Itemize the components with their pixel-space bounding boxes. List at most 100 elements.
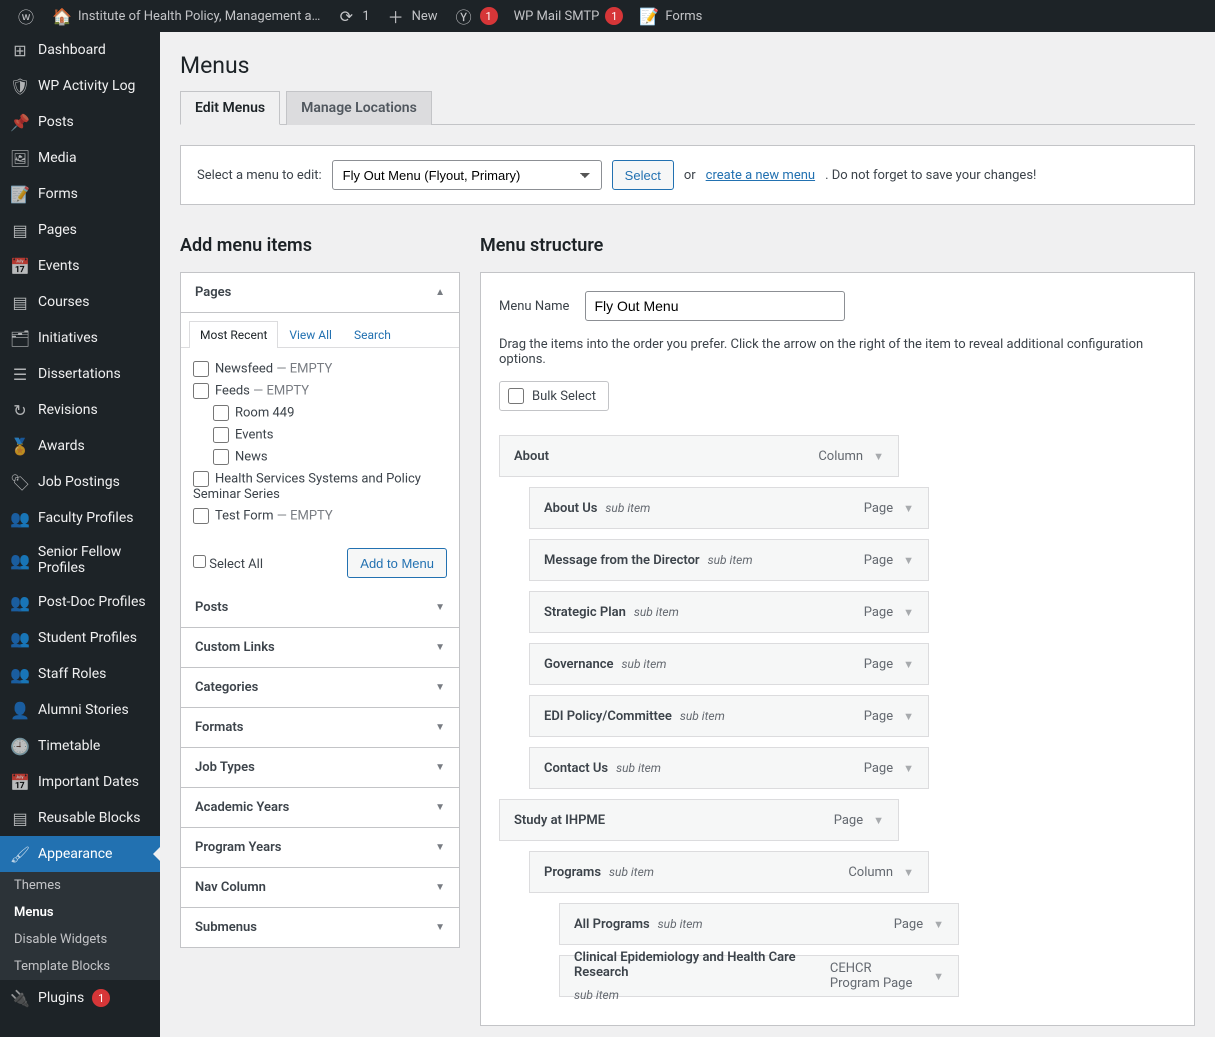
page-checkbox-item[interactable]: Health Services Systems and Policy Semin… xyxy=(193,468,447,505)
sidebar-item-revisions[interactable]: ↻Revisions xyxy=(0,392,160,428)
sidebar-item-post-doc-profiles[interactable]: 👥Post-Doc Profiles xyxy=(0,584,160,620)
accordion-custom-links-head[interactable]: Custom Links▼ xyxy=(181,627,459,667)
sidebar-item-reusable-blocks[interactable]: ▤Reusable Blocks xyxy=(0,800,160,836)
sidebar-item-initiatives[interactable]: 🗂Initiatives xyxy=(0,320,160,356)
accordion-formats-head[interactable]: Formats▼ xyxy=(181,707,459,747)
accordion-pages-head[interactable]: Pages▲ xyxy=(181,273,459,312)
sidebar-icon: 👥 xyxy=(10,508,30,528)
yoast[interactable]: Ⓨ1 xyxy=(446,0,506,32)
sidebar-item-important-dates[interactable]: 📅Important Dates xyxy=(0,764,160,800)
sidebar-icon: 🏷 xyxy=(10,472,30,492)
chevron-down-icon[interactable]: ▼ xyxy=(903,866,914,879)
chevron-down-icon[interactable]: ▼ xyxy=(933,970,944,983)
page-checkbox-item[interactable]: Room 449 xyxy=(193,402,447,424)
menu-item[interactable]: Message from the Directorsub itemPage▼ xyxy=(529,539,929,581)
sidebar-item-courses[interactable]: ▤Courses xyxy=(0,284,160,320)
select-button[interactable]: Select xyxy=(612,160,674,190)
sidebar-item-forms[interactable]: 📝Forms xyxy=(0,176,160,212)
yoast-badge: 1 xyxy=(480,7,498,25)
inner-tab-search[interactable]: Search xyxy=(343,321,402,348)
chevron-down-icon[interactable]: ▼ xyxy=(903,554,914,567)
sidebar-item-dissertations[interactable]: ☰Dissertations xyxy=(0,356,160,392)
accordion-academic-years-head[interactable]: Academic Years▼ xyxy=(181,787,459,827)
sidebar-subitem-disable-widgets[interactable]: Disable Widgets xyxy=(0,926,160,953)
chevron-down-icon[interactable]: ▼ xyxy=(903,762,914,775)
pages-list[interactable]: Newsfeed — EMPTYFeeds — EMPTYRoom 449Eve… xyxy=(181,348,459,538)
sidebar-item-label: Posts xyxy=(38,114,74,130)
menu-item-sub: sub item xyxy=(574,988,619,1002)
page-checkbox-item[interactable]: News xyxy=(193,446,447,468)
add-to-menu-button[interactable]: Add to Menu xyxy=(347,548,447,578)
chevron-down-icon[interactable]: ▼ xyxy=(903,710,914,723)
plugins-badge: 1 xyxy=(92,989,110,1007)
chevron-down-icon[interactable]: ▼ xyxy=(873,814,884,827)
tab-edit-menus[interactable]: Edit Menus xyxy=(180,91,280,125)
sidebar-item-awards[interactable]: 🏅Awards xyxy=(0,428,160,464)
accordion-nav-column-head[interactable]: Nav Column▼ xyxy=(181,867,459,907)
sidebar-item-plugins[interactable]: 🔌Plugins 1 xyxy=(0,980,160,1016)
menu-item-type: Page xyxy=(864,761,893,776)
page-checkbox-item[interactable]: Feeds — EMPTY xyxy=(193,380,447,402)
sidebar-subitem-menus[interactable]: Menus xyxy=(0,899,160,926)
accordion-job-types-head[interactable]: Job Types▼ xyxy=(181,747,459,787)
sidebar-item-faculty-profiles[interactable]: 👥Faculty Profiles xyxy=(0,500,160,536)
sidebar-item-events[interactable]: 📅Events xyxy=(0,248,160,284)
accordion-posts-head[interactable]: Posts▼ xyxy=(181,588,459,627)
chevron-down-icon[interactable]: ▼ xyxy=(873,450,884,463)
sidebar-item-staff-roles[interactable]: 👥Staff Roles xyxy=(0,656,160,692)
chevron-down-icon[interactable]: ▼ xyxy=(903,606,914,619)
menu-item[interactable]: All Programssub itemPage▼ xyxy=(559,903,959,945)
chevron-down-icon[interactable]: ▼ xyxy=(933,918,944,931)
menu-item[interactable]: Governancesub itemPage▼ xyxy=(529,643,929,685)
wp-logo[interactable]: ⓦ xyxy=(8,0,44,32)
chevron-down-icon[interactable]: ▼ xyxy=(903,658,914,671)
sidebar-item-job-postings[interactable]: 🏷Job Postings xyxy=(0,464,160,500)
sidebar-item-alumni-stories[interactable]: 👤Alumni Stories xyxy=(0,692,160,728)
accordion-submenus-head[interactable]: Submenus▼ xyxy=(181,907,459,947)
menu-select[interactable]: Fly Out Menu (Flyout, Primary) xyxy=(332,160,602,190)
page-checkbox-item[interactable]: Test Form — EMPTY xyxy=(193,505,447,527)
tab-manage-locations[interactable]: Manage Locations xyxy=(286,91,432,125)
bulk-select[interactable]: Bulk Select xyxy=(499,381,609,411)
menu-name-label: Menu Name xyxy=(499,299,569,314)
wp-mail-smtp[interactable]: WP Mail SMTP1 xyxy=(506,0,632,32)
select-all-checkbox[interactable]: Select All xyxy=(193,555,263,572)
site-name[interactable]: 🏠Institute of Health Policy, Management … xyxy=(44,0,328,32)
create-menu-link[interactable]: create a new menu xyxy=(706,168,815,183)
menu-item[interactable]: Study at IHPMEPage▼ xyxy=(499,799,899,841)
page-checkbox-item[interactable]: Newsfeed — EMPTY xyxy=(193,358,447,380)
menu-item-type: Page xyxy=(864,553,893,568)
menu-item[interactable]: EDI Policy/Committeesub itemPage▼ xyxy=(529,695,929,737)
sidebar-item-media[interactable]: 🖼Media xyxy=(0,140,160,176)
sidebar-subitem-template-blocks[interactable]: Template Blocks xyxy=(0,953,160,980)
bulk-select-checkbox[interactable] xyxy=(508,388,524,404)
sidebar-item-pages[interactable]: ▤Pages xyxy=(0,212,160,248)
accordion-program-years-head[interactable]: Program Years▼ xyxy=(181,827,459,867)
inner-tab-recent[interactable]: Most Recent xyxy=(189,321,278,348)
menu-item[interactable]: Strategic Plansub itemPage▼ xyxy=(529,591,929,633)
chevron-down-icon[interactable]: ▼ xyxy=(903,502,914,515)
accordion-categories-head[interactable]: Categories▼ xyxy=(181,667,459,707)
sidebar-item-wp-activity-log[interactable]: 🛡WP Activity Log xyxy=(0,68,160,104)
inner-tab-view-all[interactable]: View All xyxy=(278,321,343,348)
menu-name-input[interactable] xyxy=(585,291,845,321)
sidebar-subitem-themes[interactable]: Themes xyxy=(0,872,160,899)
new-content[interactable]: ＋New xyxy=(378,0,446,32)
page-checkbox-item[interactable]: Events xyxy=(193,424,447,446)
menu-item[interactable]: Contact Ussub itemPage▼ xyxy=(529,747,929,789)
forms-menu[interactable]: 📝Forms xyxy=(631,0,710,32)
sidebar-item-label: Senior Fellow Profiles xyxy=(38,544,150,576)
menu-item[interactable]: About Ussub itemPage▼ xyxy=(529,487,929,529)
sidebar-item-student-profiles[interactable]: 👥Student Profiles xyxy=(0,620,160,656)
updates[interactable]: ⟳1 xyxy=(328,0,377,32)
sidebar-item-appearance[interactable]: 🖌Appearance xyxy=(0,836,160,872)
menu-item[interactable]: Programssub itemColumn▼ xyxy=(529,851,929,893)
sidebar-item-senior-fellow-profiles[interactable]: 👥Senior Fellow Profiles xyxy=(0,536,160,584)
menu-item-type: Page xyxy=(864,709,893,724)
sidebar-item-timetable[interactable]: 🕘Timetable xyxy=(0,728,160,764)
sidebar-item-dashboard[interactable]: ⊞Dashboard xyxy=(0,32,160,68)
menu-item[interactable]: Clinical Epidemiology and Health Care Re… xyxy=(559,955,959,997)
sidebar-item-posts[interactable]: 📌Posts xyxy=(0,104,160,140)
menu-item-sub: sub item xyxy=(680,709,725,723)
menu-item[interactable]: AboutColumn▼ xyxy=(499,435,899,477)
